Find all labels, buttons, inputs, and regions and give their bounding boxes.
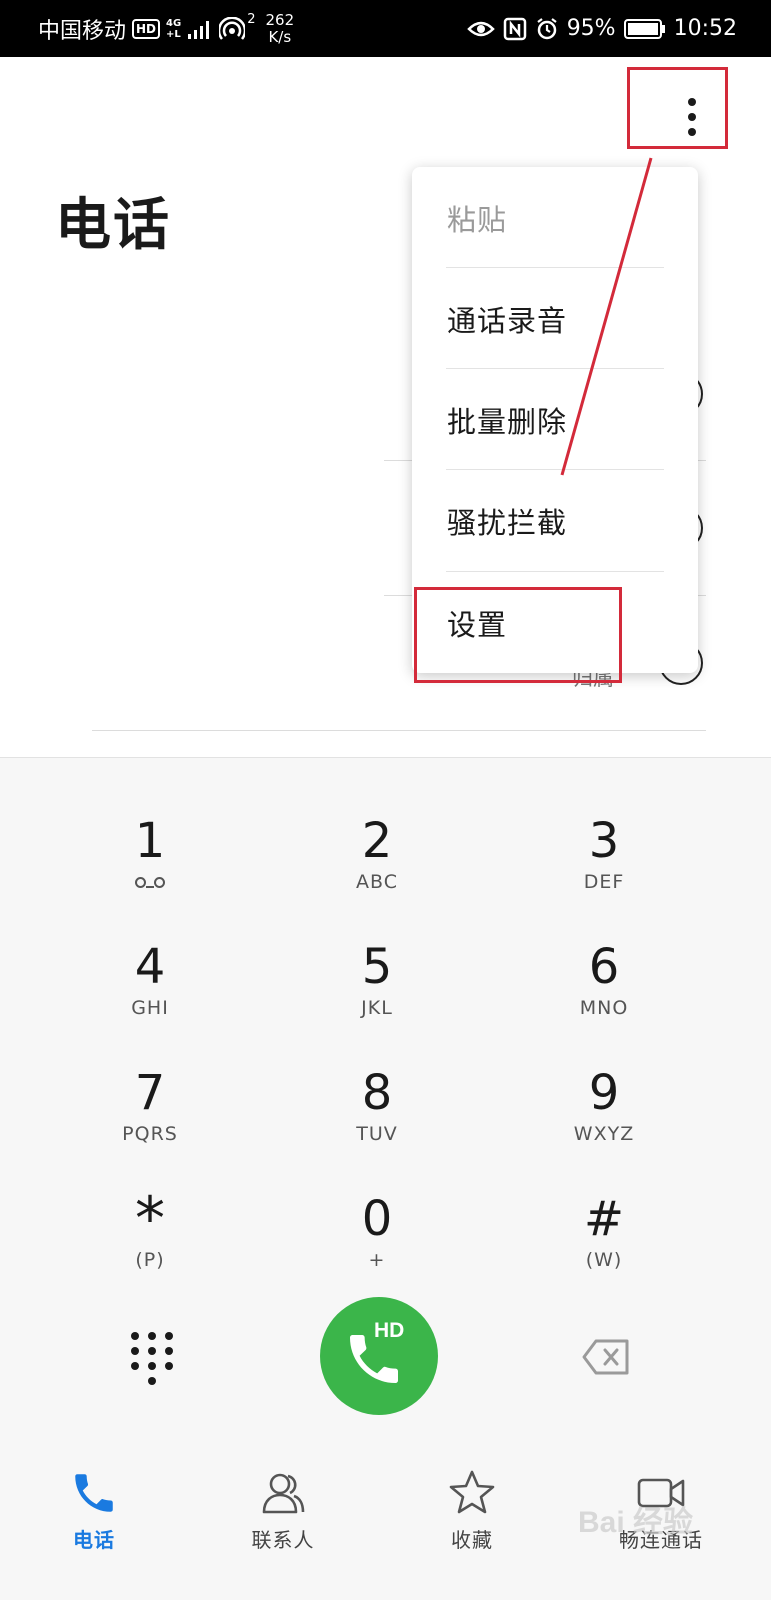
nav-tab-favorites[interactable]: 收藏: [402, 1468, 542, 1568]
dial-key-digit: 7: [134, 1065, 166, 1121]
dial-key-digit: 2: [361, 813, 393, 869]
dial-key-digit: 1: [134, 813, 166, 869]
dial-key-digit: 4: [134, 939, 166, 995]
dial-key-1[interactable]: 1: [70, 813, 230, 923]
dial-key-letters: (P): [135, 1249, 165, 1271]
dial-key-9[interactable]: 9 WXYZ: [524, 1065, 684, 1175]
annotation-arrow-line: [560, 157, 653, 476]
backspace-button[interactable]: [581, 1337, 631, 1377]
dial-key-letters: ABC: [356, 871, 398, 893]
nav-tab-label: 收藏: [451, 1528, 493, 1552]
dial-key-letters: TUV: [356, 1123, 398, 1145]
nav-tab-label: 电话: [73, 1528, 115, 1552]
dial-key-digit: 3: [588, 813, 620, 869]
dial-key-letters: MNO: [579, 997, 629, 1019]
call-hd-badge: HD: [374, 1319, 405, 1342]
hd-call-button[interactable]: HD: [320, 1297, 438, 1415]
dial-key-letters: +: [368, 1249, 386, 1271]
voicemail-icon: [135, 877, 165, 888]
contacts-icon: [262, 1473, 305, 1514]
watermark: Bai 经验: [578, 1506, 694, 1539]
dial-key-letters: JKL: [361, 997, 393, 1019]
dial-key-3[interactable]: 3 DEF: [524, 813, 684, 923]
dial-key-digit: #: [583, 1191, 625, 1247]
dial-key-0[interactable]: 0 +: [297, 1191, 457, 1301]
dial-key-letters: WXYZ: [573, 1123, 635, 1145]
nav-tab-contacts[interactable]: 联系人: [213, 1468, 353, 1568]
dial-key-digit: 5: [361, 939, 393, 995]
dial-key-5[interactable]: 5 JKL: [297, 939, 457, 1049]
dial-key-8[interactable]: 8 TUV: [297, 1065, 457, 1175]
star-icon: [449, 1470, 495, 1514]
dial-key-star[interactable]: * (P): [70, 1184, 230, 1301]
dial-key-4[interactable]: 4 GHI: [70, 939, 230, 1049]
dial-key-digit: 9: [588, 1065, 620, 1121]
dial-key-digit: 0: [361, 1191, 393, 1247]
dial-key-letters: GHI: [131, 997, 169, 1019]
dial-key-6[interactable]: 6 MNO: [524, 939, 684, 1049]
dial-key-7[interactable]: 7 PQRS: [70, 1065, 230, 1175]
dial-key-digit: 8: [361, 1065, 393, 1121]
dial-key-digit: *: [135, 1184, 165, 1254]
nav-tab-phone[interactable]: 电话: [24, 1468, 164, 1568]
dialpad-toggle-button[interactable]: [131, 1331, 173, 1385]
dial-key-2[interactable]: 2 ABC: [297, 813, 457, 923]
dial-key-hash[interactable]: # (W): [524, 1191, 684, 1301]
nav-tab-label: 联系人: [251, 1528, 315, 1552]
dial-key-letters: (W): [585, 1249, 623, 1271]
dial-key-digit: 6: [588, 939, 620, 995]
dial-key-letters: PQRS: [122, 1123, 178, 1145]
phone-icon: [75, 1474, 113, 1512]
dial-key-letters: DEF: [583, 871, 625, 893]
